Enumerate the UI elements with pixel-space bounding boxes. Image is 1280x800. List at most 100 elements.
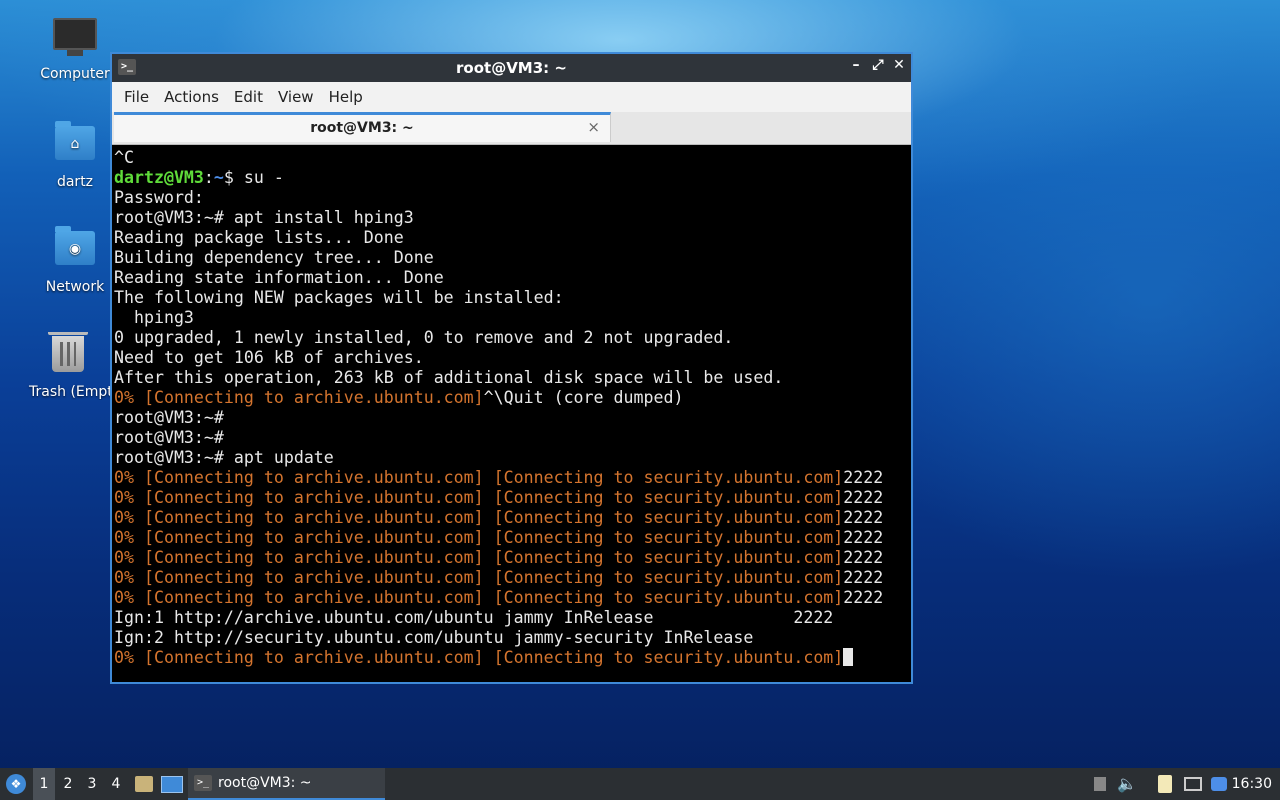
- workspace-1[interactable]: 1: [33, 768, 55, 800]
- window-titlebar[interactable]: >_ root@VM3: ~ – ⤢ ✕: [112, 54, 911, 82]
- terminal-text: 2222: [843, 508, 884, 527]
- volume-icon[interactable]: 🔈: [1116, 768, 1138, 800]
- desktop-icon-trash[interactable]: Trash (Empty): [25, 332, 111, 400]
- terminal-line: Reading package lists... Done: [114, 228, 911, 248]
- terminal-text: :: [203, 168, 214, 187]
- workspace-2[interactable]: 2: [57, 768, 79, 800]
- terminal-line: 0% [Connecting to archive.ubuntu.com] [C…: [114, 548, 911, 568]
- terminal-line: Reading state information... Done: [114, 268, 911, 288]
- network-icon[interactable]: [1182, 768, 1204, 800]
- close-icon[interactable]: ✕: [890, 57, 908, 73]
- terminal-line: root@VM3:~# apt install hping3: [114, 208, 911, 228]
- terminal-cursor: [843, 648, 854, 666]
- terminal-text: Reading package lists... Done: [114, 228, 404, 247]
- terminal-window: >_ root@VM3: ~ – ⤢ ✕ File Actions Edit V…: [110, 52, 913, 684]
- terminal-line: The following NEW packages will be insta…: [114, 288, 911, 308]
- terminal-icon: >_: [194, 775, 212, 791]
- tab-bar: root@VM3: ~ ×: [112, 112, 911, 145]
- task-label: root@VM3: ~: [218, 775, 312, 791]
- workspace-3[interactable]: 3: [81, 768, 103, 800]
- terminal-text: $ su -: [223, 168, 284, 187]
- terminal-text: 2222: [843, 468, 884, 487]
- tab-title: root@VM3: ~: [310, 120, 414, 136]
- menu-file[interactable]: File: [120, 88, 160, 106]
- terminal-text: 0% [Connecting to archive.ubuntu.com] [C…: [114, 528, 844, 547]
- terminal-text: root@VM3:~#: [114, 428, 224, 447]
- terminal-text: Need to get 106 kB of archives.: [114, 348, 424, 367]
- terminal-text: ^\Quit (core dumped): [483, 388, 684, 407]
- terminal-text: Reading state information... Done: [114, 268, 444, 287]
- computer-icon: [53, 18, 97, 62]
- terminal-line: Building dependency tree... Done: [114, 248, 911, 268]
- terminal-line: ^C: [114, 148, 911, 168]
- terminal-text: hping3: [114, 308, 194, 327]
- terminal-line: 0% [Connecting to archive.ubuntu.com] [C…: [114, 488, 911, 508]
- terminal-text: 0% [Connecting to archive.ubuntu.com] [C…: [114, 508, 844, 527]
- terminal-text: Ign:2 http://security.ubuntu.com/ubuntu …: [114, 628, 754, 647]
- terminal-text: 2222: [843, 568, 884, 587]
- taskbar: ❖ 1 2 3 4 >_ root@VM3: ~ 🔈 16:30: [0, 768, 1280, 800]
- terminal-text: The following NEW packages will be insta…: [114, 288, 564, 307]
- terminal-text: Password:: [114, 188, 204, 207]
- terminal-line: root@VM3:~# apt update: [114, 448, 911, 468]
- maximize-icon[interactable]: ⤢: [869, 57, 887, 73]
- terminal-text: 2222: [843, 488, 884, 507]
- terminal-text: ^C: [114, 148, 134, 167]
- terminal-line: Password:: [114, 188, 911, 208]
- terminal-line: dartz@VM3:~$ su -: [114, 168, 911, 188]
- terminal-text: root@VM3:~# apt install hping3: [114, 208, 414, 227]
- terminal-output[interactable]: ^C dartz@VM3:~$ su - Password: root@VM3:~# …: [114, 146, 911, 682]
- terminal-text: root@VM3:~# apt update: [114, 448, 334, 467]
- terminal-line: 0% [Connecting to archive.ubuntu.com]^\Q…: [114, 388, 911, 408]
- window-title: root@VM3: ~: [456, 59, 567, 77]
- home-folder-icon: ⌂: [53, 121, 97, 170]
- terminal-text: 0% [Connecting to archive.ubuntu.com]: [114, 388, 484, 407]
- terminal-line: 0% [Connecting to archive.ubuntu.com] [C…: [114, 588, 911, 608]
- terminal-text: 0% [Connecting to archive.ubuntu.com] [C…: [114, 648, 844, 667]
- terminal-line: Need to get 106 kB of archives.: [114, 348, 911, 368]
- terminal-text: Ign:1 http://archive.ubuntu.com/ubuntu j…: [114, 608, 834, 627]
- tray-up-arrow-icon[interactable]: [1090, 768, 1110, 800]
- terminal-text: 0 upgraded, 1 newly installed, 0 to remo…: [114, 328, 734, 347]
- menu-edit[interactable]: Edit: [230, 88, 274, 106]
- minimize-icon[interactable]: –: [847, 57, 865, 73]
- tab-terminal[interactable]: root@VM3: ~ ×: [114, 112, 611, 142]
- terminal-text: 0% [Connecting to archive.ubuntu.com] [C…: [114, 568, 844, 587]
- tab-close-icon[interactable]: ×: [587, 118, 600, 136]
- terminal-line: root@VM3:~#: [114, 428, 911, 448]
- terminal-line: 0 upgraded, 1 newly installed, 0 to remo…: [114, 328, 911, 348]
- clipboard-icon[interactable]: [1154, 768, 1176, 800]
- terminal-line: root@VM3:~#: [114, 408, 911, 428]
- network-folder-icon: ◉: [53, 226, 97, 275]
- terminal-text: Building dependency tree... Done: [114, 248, 434, 267]
- update-notifier-icon[interactable]: [1208, 768, 1230, 800]
- trash-icon: [46, 332, 90, 380]
- file-manager-icon[interactable]: [132, 768, 156, 800]
- terminal-text: 0% [Connecting to archive.ubuntu.com] [C…: [114, 468, 844, 487]
- terminal-line: hping3: [114, 308, 911, 328]
- start-menu-icon[interactable]: ❖: [4, 768, 28, 800]
- terminal-text: dartz@VM3: [114, 168, 204, 187]
- desktop-icon-label: Trash (Empty): [29, 384, 111, 400]
- terminal-text: root@VM3:~#: [114, 408, 224, 427]
- terminal-text: 0% [Connecting to archive.ubuntu.com] [C…: [114, 488, 844, 507]
- terminal-line: After this operation, 263 kB of addition…: [114, 368, 911, 388]
- terminal-line: 0% [Connecting to archive.ubuntu.com] [C…: [114, 468, 911, 488]
- taskbar-task-terminal[interactable]: >_ root@VM3: ~: [188, 768, 385, 800]
- terminal-line: 0% [Connecting to archive.ubuntu.com] [C…: [114, 528, 911, 548]
- clock[interactable]: 16:30: [1232, 768, 1272, 800]
- show-desktop-icon[interactable]: [160, 768, 184, 800]
- terminal-line: 0% [Connecting to archive.ubuntu.com] [C…: [114, 648, 911, 668]
- terminal-text: 0% [Connecting to archive.ubuntu.com] [C…: [114, 588, 844, 607]
- menubar: File Actions Edit View Help: [112, 82, 911, 112]
- terminal-text: 2222: [843, 528, 884, 547]
- menu-actions[interactable]: Actions: [160, 88, 230, 106]
- menu-view[interactable]: View: [274, 88, 325, 106]
- terminal-line: Ign:1 http://archive.ubuntu.com/ubuntu j…: [114, 608, 911, 628]
- terminal-text: 2222: [843, 548, 884, 567]
- terminal-line: 0% [Connecting to archive.ubuntu.com] [C…: [114, 568, 911, 588]
- workspace-4[interactable]: 4: [105, 768, 127, 800]
- terminal-text: 2222: [843, 588, 884, 607]
- menu-help[interactable]: Help: [325, 88, 374, 106]
- terminal-text: 0% [Connecting to archive.ubuntu.com] [C…: [114, 548, 844, 567]
